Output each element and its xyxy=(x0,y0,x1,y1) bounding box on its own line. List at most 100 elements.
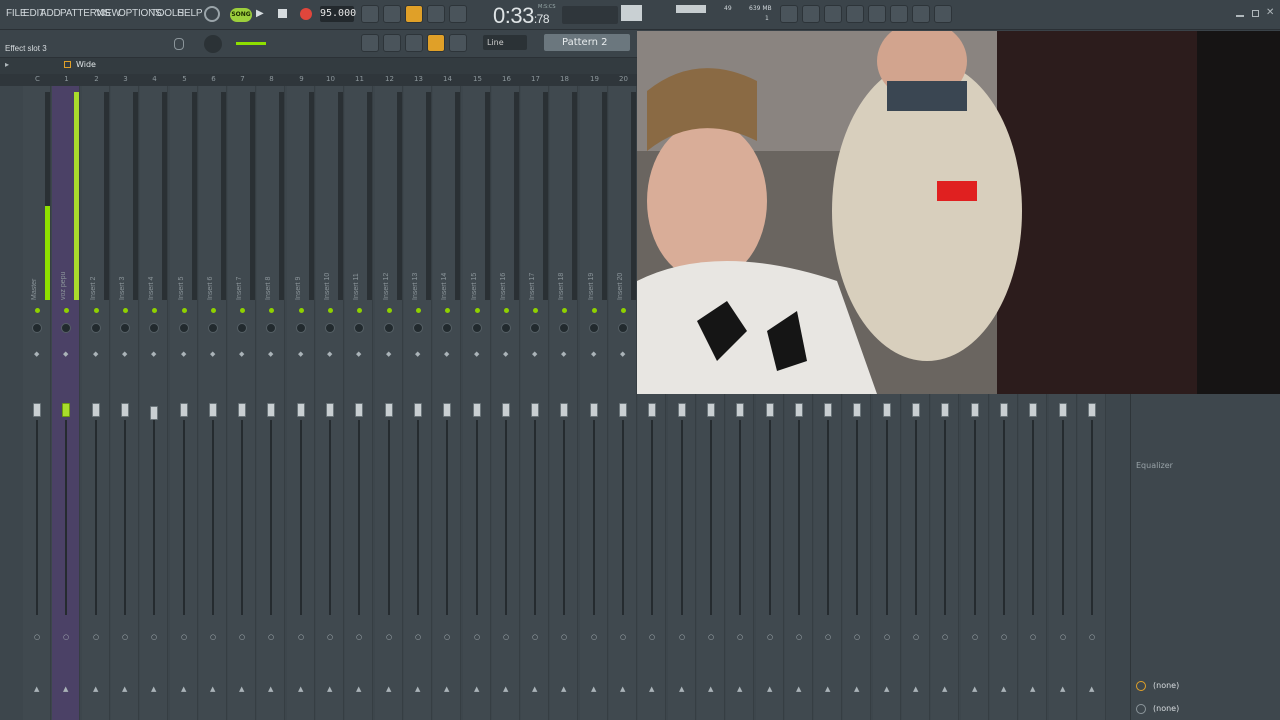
stereo-separation-icon[interactable]: ◆ xyxy=(93,350,98,358)
track-label[interactable]: Insert 10 xyxy=(324,273,331,300)
volume-fader[interactable] xyxy=(150,406,158,420)
step-edit-icon[interactable] xyxy=(427,5,445,23)
send-slot-2[interactable]: (none) xyxy=(1153,704,1179,713)
send-arrow-icon[interactable]: ▲ xyxy=(181,685,186,693)
power-icon[interactable] xyxy=(780,5,798,23)
volume-fader[interactable] xyxy=(736,403,744,417)
volume-fader[interactable] xyxy=(297,403,305,417)
volume-fader[interactable] xyxy=(385,403,393,417)
stereo-separation-icon[interactable]: ◆ xyxy=(210,350,215,358)
volume-fader[interactable] xyxy=(941,403,949,417)
volume-fader[interactable] xyxy=(502,403,510,417)
mute-led[interactable] xyxy=(299,308,304,313)
send-arrow-icon[interactable]: ▲ xyxy=(679,685,684,693)
send-arrow-icon[interactable]: ▲ xyxy=(386,685,391,693)
route-toggle-icon[interactable]: ○ xyxy=(474,633,480,641)
send-slot-1[interactable]: (none) xyxy=(1153,681,1179,690)
stereo-separation-icon[interactable]: ◆ xyxy=(474,350,479,358)
pan-knob[interactable] xyxy=(208,323,218,333)
send-arrow-icon[interactable]: ▲ xyxy=(63,685,68,693)
volume-fader[interactable] xyxy=(883,403,891,417)
volume-fader[interactable] xyxy=(209,403,217,417)
volume-fader[interactable] xyxy=(590,403,598,417)
track-label[interactable]: Insert 11 xyxy=(353,273,360,300)
send-arrow-icon[interactable]: ▲ xyxy=(1089,685,1094,693)
pan-knob[interactable] xyxy=(179,323,189,333)
stereo-separation-icon[interactable]: ◆ xyxy=(620,350,625,358)
volume-fader[interactable] xyxy=(238,403,246,417)
route-toggle-icon[interactable]: ○ xyxy=(708,633,714,641)
volume-fader[interactable] xyxy=(473,403,481,417)
stereo-separation-icon[interactable]: ◆ xyxy=(503,350,508,358)
stereo-separation-icon[interactable]: ◆ xyxy=(122,350,127,358)
mute-led[interactable] xyxy=(416,308,421,313)
route-toggle-icon[interactable]: ○ xyxy=(1060,633,1066,641)
send-arrow-icon[interactable]: ▲ xyxy=(1001,685,1006,693)
close-icon[interactable]: ✕ xyxy=(1266,7,1274,18)
mute-led[interactable] xyxy=(475,308,480,313)
route-toggle-icon[interactable]: ○ xyxy=(1089,633,1095,641)
slot-enable-icon[interactable] xyxy=(1136,681,1146,691)
record-icon[interactable] xyxy=(300,8,312,20)
volume-fader[interactable] xyxy=(766,403,774,417)
send-arrow-icon[interactable]: ▲ xyxy=(561,685,566,693)
track-label[interactable]: Insert 5 xyxy=(178,277,185,300)
send-arrow-icon[interactable]: ▲ xyxy=(708,685,713,693)
stereo-separation-icon[interactable]: ◆ xyxy=(268,350,273,358)
send-arrow-icon[interactable]: ▲ xyxy=(151,685,156,693)
route-toggle-icon[interactable]: ○ xyxy=(1001,633,1007,641)
stereo-separation-icon[interactable]: ◆ xyxy=(386,350,391,358)
mixer-view-mode[interactable]: Wide xyxy=(76,60,96,69)
send-arrow-icon[interactable]: ▲ xyxy=(34,685,39,693)
menu-add[interactable]: ADD xyxy=(40,8,61,19)
send-arrow-icon[interactable]: ▲ xyxy=(620,685,625,693)
loop-record-icon[interactable] xyxy=(449,5,467,23)
wide-toggle-icon[interactable] xyxy=(64,61,71,68)
pan-knob[interactable] xyxy=(442,323,452,333)
pan-knob[interactable] xyxy=(237,323,247,333)
route-toggle-icon[interactable]: ○ xyxy=(767,633,773,641)
stereo-separation-icon[interactable]: ◆ xyxy=(63,350,68,358)
route-toggle-icon[interactable]: ○ xyxy=(444,633,450,641)
mute-led[interactable] xyxy=(269,308,274,313)
route-toggle-icon[interactable]: ○ xyxy=(327,633,333,641)
slot-enable-icon[interactable] xyxy=(1136,704,1146,714)
route-toggle-icon[interactable]: ○ xyxy=(942,633,948,641)
mute-led[interactable] xyxy=(445,308,450,313)
route-toggle-icon[interactable]: ○ xyxy=(151,633,157,641)
volume-fader[interactable] xyxy=(414,403,422,417)
route-toggle-icon[interactable]: ○ xyxy=(181,633,187,641)
brush-icon[interactable] xyxy=(405,34,423,52)
pan-knob[interactable] xyxy=(120,323,130,333)
mute-led[interactable] xyxy=(387,308,392,313)
track-label[interactable]: Insert 12 xyxy=(383,273,390,300)
route-toggle-icon[interactable]: ○ xyxy=(386,633,392,641)
pan-knob[interactable] xyxy=(325,323,335,333)
route-toggle-icon[interactable]: ○ xyxy=(825,633,831,641)
route-toggle-icon[interactable]: ○ xyxy=(561,633,567,641)
send-arrow-icon[interactable]: ▲ xyxy=(1030,685,1035,693)
mute-led[interactable] xyxy=(211,308,216,313)
track-label[interactable]: Insert 17 xyxy=(529,273,536,300)
volume-fader[interactable] xyxy=(62,403,70,417)
volume-fader[interactable] xyxy=(1000,403,1008,417)
volume-fader[interactable] xyxy=(33,403,41,417)
volume-fader[interactable] xyxy=(971,403,979,417)
route-toggle-icon[interactable]: ○ xyxy=(649,633,655,641)
pan-knob[interactable] xyxy=(296,323,306,333)
playlist-icon[interactable] xyxy=(361,34,379,52)
stop-icon[interactable] xyxy=(278,9,287,18)
send-arrow-icon[interactable]: ▲ xyxy=(93,685,98,693)
mute-led[interactable] xyxy=(64,308,69,313)
route-toggle-icon[interactable]: ○ xyxy=(884,633,890,641)
route-toggle-icon[interactable]: ○ xyxy=(63,633,69,641)
mute-led[interactable] xyxy=(533,308,538,313)
track-label[interactable]: voz pepu xyxy=(60,272,67,300)
stereo-separation-icon[interactable]: ◆ xyxy=(181,350,186,358)
mute-led[interactable] xyxy=(94,308,99,313)
route-toggle-icon[interactable]: ○ xyxy=(796,633,802,641)
pan-knob[interactable] xyxy=(501,323,511,333)
send-arrow-icon[interactable]: ▲ xyxy=(591,685,596,693)
send-arrow-icon[interactable]: ▲ xyxy=(210,685,215,693)
snap-selector[interactable]: Line xyxy=(483,35,527,50)
